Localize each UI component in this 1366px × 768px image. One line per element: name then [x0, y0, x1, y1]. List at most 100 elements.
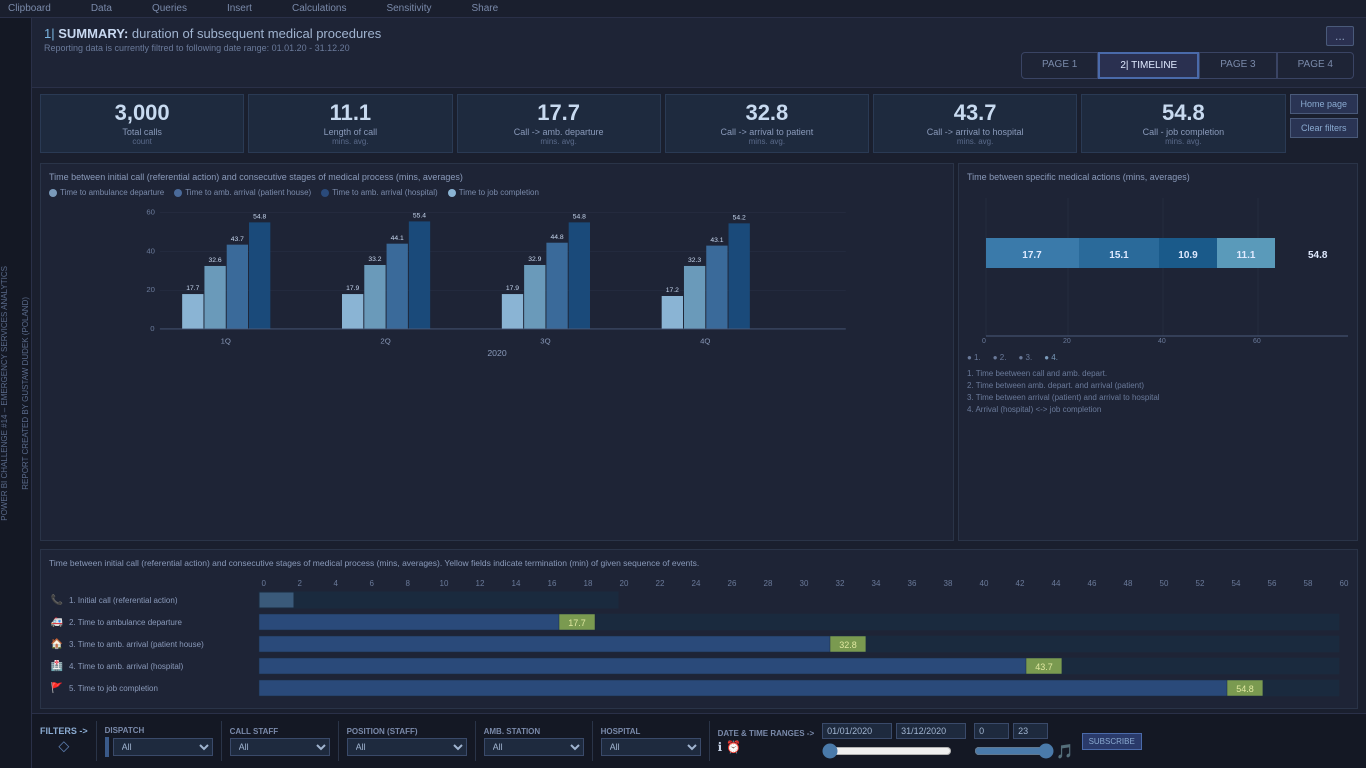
page-tabs: PAGE 1 2| TIMELINE PAGE 3 PAGE 4: [1021, 52, 1354, 79]
svg-text:17.7: 17.7: [186, 285, 199, 292]
svg-text:54: 54: [1232, 579, 1241, 588]
divider-3: [338, 721, 339, 761]
legend-item-1: Time to ambulance departure: [49, 188, 164, 197]
right-chart-legend-nums: ● 1. ● 2. ● 3. ● 4.: [967, 353, 1349, 362]
tab-page4[interactable]: PAGE 4: [1277, 52, 1354, 79]
dispatch-select[interactable]: All: [113, 738, 213, 756]
gantt-title: Time between initial call (referential a…: [49, 558, 1349, 568]
svg-text:58: 58: [1304, 579, 1313, 588]
svg-text:18: 18: [584, 579, 593, 588]
clear-filters-button[interactable]: Clear filters: [1290, 118, 1359, 138]
charts-area: Time between initial call (referential a…: [32, 159, 1366, 545]
svg-text:1Q: 1Q: [221, 337, 231, 346]
time-to-input[interactable]: [1013, 723, 1048, 739]
time-range-slider[interactable]: [974, 743, 1054, 759]
svg-text:0: 0: [262, 579, 267, 588]
amb-station-select[interactable]: All: [484, 738, 584, 756]
kpi-arrival-patient: 32.8 Call -> arrival to patient mins. av…: [665, 94, 869, 153]
toolbar-queries[interactable]: Queries: [152, 3, 187, 14]
dispatch-label: DISPATCH: [105, 726, 213, 735]
toolbar-sensitivity[interactable]: Sensitivity: [386, 3, 431, 14]
svg-text:17.9: 17.9: [506, 285, 519, 292]
toolbar-calculations[interactable]: Calculations: [292, 3, 346, 14]
svg-text:60: 60: [1340, 579, 1349, 588]
svg-text:22: 22: [656, 579, 665, 588]
svg-text:28: 28: [764, 579, 773, 588]
tab-timeline[interactable]: 2| TIMELINE: [1098, 52, 1199, 79]
svg-text:32.9: 32.9: [528, 256, 541, 263]
gantt-row-4: 🏥 4. Time to amb. arrival (hospital) 43.…: [49, 656, 1349, 676]
svg-text:4Q: 4Q: [700, 337, 710, 346]
kpi-arrival-hospital: 43.7 Call -> arrival to hospital mins. a…: [873, 94, 1077, 153]
clock-icon[interactable]: ⏰: [726, 740, 741, 754]
svg-text:2: 2: [298, 579, 303, 588]
svg-text:32: 32: [836, 579, 845, 588]
call-staff-select[interactable]: All: [230, 738, 330, 756]
svg-text:60: 60: [146, 208, 155, 217]
filters-section: FILTERS -> ⬦: [40, 726, 88, 756]
svg-text:14: 14: [512, 579, 521, 588]
svg-text:10: 10: [440, 579, 449, 588]
tab-page1[interactable]: PAGE 1: [1021, 52, 1098, 79]
sidebar-text: POWER BI CHALLENGE #14 – EMERGENCY SERVI…: [0, 266, 31, 521]
svg-text:38: 38: [944, 579, 953, 588]
left-sidebar: POWER BI CHALLENGE #14 – EMERGENCY SERVI…: [0, 18, 32, 768]
divider-1: [96, 721, 97, 761]
svg-text:6: 6: [370, 579, 375, 588]
date-time-label: DATE & TIME RANGES ->: [718, 729, 815, 738]
svg-text:40: 40: [146, 247, 155, 256]
svg-text:2Q: 2Q: [380, 337, 390, 346]
filters-label: FILTERS ->: [40, 726, 88, 736]
date-range-slider[interactable]: [822, 743, 952, 759]
home-page-button[interactable]: Home page: [1290, 94, 1359, 114]
gantt-scale: 0 2 4 6 8 10 12 14 16 18 20 22 24 26: [254, 576, 1349, 588]
info-icon[interactable]: ℹ: [718, 740, 723, 754]
legend-item-4: Time to job completion: [448, 188, 539, 197]
time-range-inputs: 🎵: [974, 723, 1073, 760]
kpi-amb-departure: 17.7 Call -> amb. departure mins. avg.: [457, 94, 661, 153]
left-chart-title: Time between initial call (referential a…: [49, 172, 945, 182]
svg-text:40: 40: [980, 579, 989, 588]
toolbar-data[interactable]: Data: [91, 3, 112, 14]
page-title: 1| SUMMARY: duration of subsequent medic…: [44, 26, 381, 41]
time-from-input[interactable]: [974, 723, 1009, 739]
toolbar-clipboard[interactable]: Clipboard: [8, 3, 51, 14]
svg-text:4: 4: [334, 579, 339, 588]
chart-notes: 1. Time beetween call and amb. depart. 2…: [967, 368, 1349, 416]
date-range-inputs: [822, 723, 966, 759]
svg-text:44: 44: [1052, 579, 1061, 588]
position-staff-select[interactable]: All: [347, 738, 467, 756]
svg-text:54.8: 54.8: [1308, 250, 1328, 261]
hospital-select[interactable]: All: [601, 738, 701, 756]
svg-text:32.6: 32.6: [209, 257, 222, 264]
hospital-label: HOSPITAL: [601, 727, 701, 736]
kpi-label-calls: Total calls: [122, 127, 162, 137]
svg-text:54.8: 54.8: [253, 214, 266, 221]
svg-text:33.2: 33.2: [368, 256, 381, 263]
date-from-input[interactable]: [822, 723, 892, 739]
legend-item-2: Time to amb. arrival (patient house): [174, 188, 311, 197]
svg-text:43.1: 43.1: [710, 237, 723, 244]
svg-text:42: 42: [1016, 579, 1025, 588]
filter-icon[interactable]: ⬦: [58, 738, 69, 756]
three-dots-button[interactable]: ...: [1326, 26, 1354, 46]
svg-text:36: 36: [908, 579, 917, 588]
kpi-job-completion: 54.8 Call - job completion mins. avg.: [1081, 94, 1285, 153]
toolbar-share[interactable]: Share: [471, 3, 498, 14]
kpi-value-calls: 3,000: [115, 101, 170, 125]
bottom-section: Time between initial call (referential a…: [32, 545, 1366, 713]
tab-page3[interactable]: PAGE 3: [1199, 52, 1276, 79]
subscribe-button[interactable]: SUBSCRIBE: [1082, 733, 1142, 750]
time-icon: 🎵: [1056, 743, 1073, 760]
svg-text:30: 30: [800, 579, 809, 588]
toolbar-insert[interactable]: Insert: [227, 3, 252, 14]
svg-text:34: 34: [872, 579, 881, 588]
divider-2: [221, 721, 222, 761]
gantt-row-5: 🚩 5. Time to job completion 54.8: [49, 678, 1349, 698]
svg-text:44.8: 44.8: [550, 234, 563, 241]
left-bar-chart: Time between initial call (referential a…: [40, 163, 954, 541]
svg-text:32.3: 32.3: [688, 257, 701, 264]
date-to-input[interactable]: [896, 723, 966, 739]
right-chart: Time between specific medical actions (m…: [958, 163, 1358, 541]
date-time-filter: DATE & TIME RANGES -> ℹ ⏰: [718, 729, 815, 754]
